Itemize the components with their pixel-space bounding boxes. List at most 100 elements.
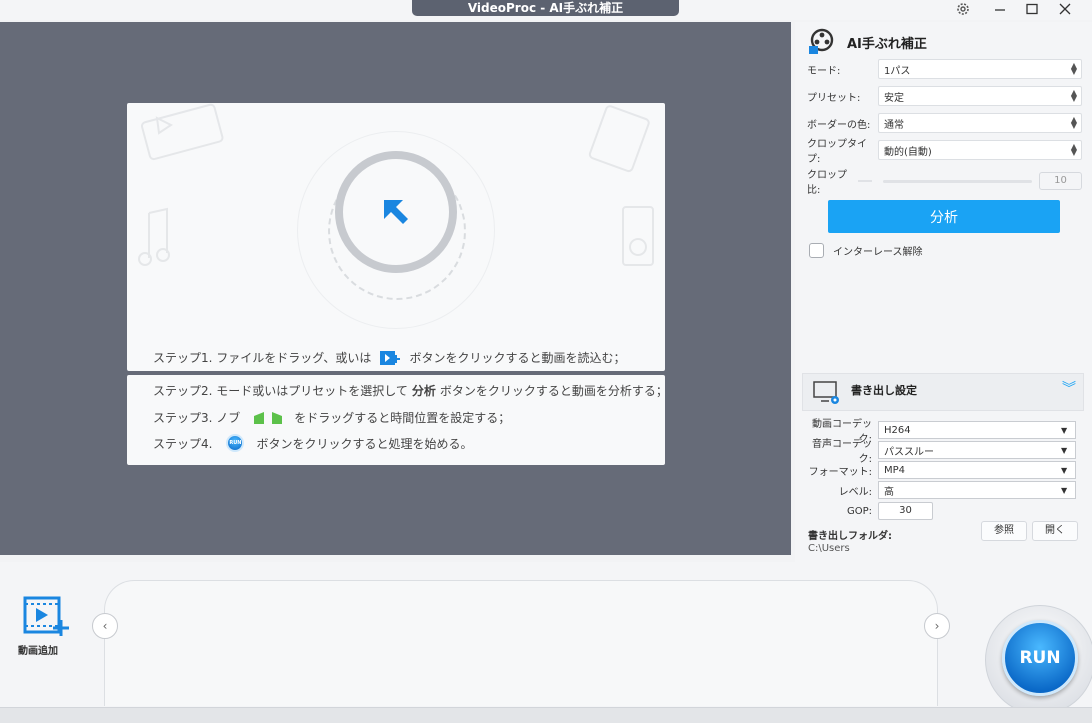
steps-box: ステップ2. モード或いはプリセットを選択して 分析 ボタンをクリックすると動画… <box>127 375 668 465</box>
step-2-pre: ステップ2. モード或いはプリセットを選択して <box>153 384 408 398</box>
output-folder-path: C:\Users <box>808 543 850 554</box>
gop-row: GOP: 30 <box>806 502 1080 520</box>
dropdown-icon: ▼ <box>1061 485 1068 495</box>
format-row: フォーマット: MP4 ▼ <box>806 461 1080 479</box>
browse-button[interactable]: 参照 <box>981 521 1027 541</box>
step-3-text: ステップ3. ノブ をドラッグすると時間位置を設定する； <box>153 409 510 426</box>
panel-header: AI手ぶれ補正 <box>807 28 927 56</box>
panel-title: AI手ぶれ補正 <box>847 36 927 52</box>
step-2-bold: 分析 <box>411 384 436 398</box>
crop-type-row: クロップタイプ: 動的(自動) ▲ ▼ <box>807 139 1082 165</box>
chevron-down-icon[interactable]: ︾ <box>1062 382 1076 396</box>
step-2-text: ステップ2. モード或いはプリセットを選択して 分析 ボタンをクリックすると動画… <box>153 382 668 399</box>
export-settings-icon <box>813 381 839 404</box>
prev-button[interactable]: ‹ <box>92 613 118 639</box>
close-button[interactable] <box>1050 0 1080 18</box>
crop-ratio-input[interactable]: 10 <box>1039 172 1082 190</box>
film-strip-icon <box>140 103 224 161</box>
window-title: VideoProc - AI手ぶれ補正 <box>412 0 679 16</box>
preset-row: プリセット: 安定 ▲ ▼ <box>807 86 1082 106</box>
add-video-button[interactable] <box>18 596 70 641</box>
up-down-icon: ▲ ▼ <box>1070 115 1078 130</box>
title-bar: VideoProc - AI手ぶれ補正 <box>0 0 1092 20</box>
video-codec-value: H264 <box>884 424 911 436</box>
media-player-icon <box>622 206 654 266</box>
mode-value: 1パス <box>884 65 911 77</box>
crop-ratio-row: クロップ比: 10 <box>807 170 1082 196</box>
dropdown-icon: ▼ <box>1061 445 1068 455</box>
output-folder-label: 書き出しフォルダ: <box>808 531 892 542</box>
step-4-text: ステップ4. RUN ボタンをクリックすると処理を始める。 <box>153 434 472 452</box>
deinterlace-checkbox[interactable] <box>809 243 824 258</box>
next-button[interactable]: › <box>924 613 950 639</box>
analyze-button[interactable]: 分析 <box>828 200 1060 233</box>
add-video-icon <box>23 596 69 636</box>
crop-type-select[interactable]: 動的(自動) ▲ ▼ <box>878 140 1082 160</box>
format-select[interactable]: MP4 ▼ <box>878 461 1076 479</box>
level-select[interactable]: 高 ▼ <box>878 481 1076 499</box>
step-2-post: ボタンをクリックすると動画を分析する； <box>439 384 668 398</box>
settings-button[interactable] <box>948 0 978 18</box>
music-note-icon <box>138 207 170 266</box>
border-value: 通常 <box>884 119 904 131</box>
border-row: ボーダーの色: 通常 ▲ ▼ <box>807 113 1082 133</box>
step-1-pre: ステップ1. ファイルをドラッグ、或いは <box>153 351 372 365</box>
audio-codec-row: 音声コーデック: パススルー ▼ <box>806 439 1080 465</box>
drop-zone[interactable]: ステップ1. ファイルをドラッグ、或いは ボタンをクリックすると動画を読込む； <box>127 103 665 371</box>
run-button[interactable]: RUN <box>1002 620 1078 696</box>
crop-type-value: 動的(自動) <box>884 146 932 158</box>
dropdown-icon: ▼ <box>1061 465 1068 475</box>
audio-codec-value: パススルー <box>884 446 934 458</box>
maximize-icon <box>1026 3 1038 15</box>
level-row: レベル: 高 ▼ <box>806 481 1080 499</box>
minimize-button[interactable] <box>985 0 1015 18</box>
gop-input[interactable]: 30 <box>878 502 933 520</box>
border-color-select[interactable]: 通常 ▲ ▼ <box>878 113 1082 133</box>
deinterlace-option[interactable]: インターレース解除 <box>809 243 923 258</box>
step-3-post: をドラッグすると時間位置を設定する； <box>294 411 511 425</box>
step-4-pre: ステップ4. <box>153 436 213 451</box>
timeline-area[interactable] <box>104 580 938 706</box>
mode-select[interactable]: 1パス ▲ ▼ <box>878 59 1082 79</box>
video-codec-select[interactable]: H264 ▼ <box>878 421 1076 439</box>
format-value: MP4 <box>884 464 906 476</box>
export-settings-header[interactable]: 書き出し設定 ︾ <box>802 373 1084 411</box>
add-video-label: 動画追加 <box>18 646 58 657</box>
audio-codec-select[interactable]: パススルー ▼ <box>878 441 1076 459</box>
gop-label: GOP: <box>846 505 872 517</box>
maximize-button[interactable] <box>1017 0 1047 18</box>
open-button[interactable]: 開く <box>1032 521 1078 541</box>
knob-icon <box>254 411 283 424</box>
mode-row: モード: 1パス ▲ ▼ <box>807 59 1082 79</box>
run-small-icon: RUN <box>226 434 245 452</box>
up-down-icon: ▲ ▼ <box>1070 88 1078 103</box>
level-label: レベル: <box>838 486 872 498</box>
step-3-pre: ステップ3. ノブ <box>153 411 241 425</box>
step-4-post: ボタンをクリックすると処理を始める。 <box>256 436 473 451</box>
prev-icon: ‹ <box>102 619 108 633</box>
crop-type-label: クロップタイプ: <box>807 139 867 165</box>
border-label: ボーダーの色: <box>807 119 871 131</box>
stabilize-icon <box>809 28 834 54</box>
preset-label: プリセット: <box>807 92 861 104</box>
format-label: フォーマット: <box>808 466 872 478</box>
gear-icon <box>957 3 969 15</box>
next-icon: › <box>934 619 940 633</box>
avi-file-icon <box>588 105 650 173</box>
status-bar <box>0 707 1092 723</box>
deinterlace-label: インターレース解除 <box>833 247 923 258</box>
drop-target-ring <box>335 151 457 273</box>
arrow-icon <box>384 200 408 224</box>
preset-value: 安定 <box>884 92 904 104</box>
crop-ratio-slider[interactable] <box>858 179 1033 183</box>
step-1-post: ボタンをクリックすると動画を読込む； <box>409 351 626 365</box>
mode-label: モード: <box>807 65 841 77</box>
crop-ratio-label: クロップ比: <box>807 170 847 196</box>
preset-select[interactable]: 安定 ▲ ▼ <box>878 86 1082 106</box>
level-value: 高 <box>884 486 894 498</box>
up-down-icon: ▲ ▼ <box>1070 142 1078 157</box>
close-icon <box>1059 3 1071 15</box>
minimize-icon <box>995 9 1005 11</box>
export-settings-title: 書き出し設定 <box>851 384 917 397</box>
dropdown-icon: ▼ <box>1061 425 1068 435</box>
